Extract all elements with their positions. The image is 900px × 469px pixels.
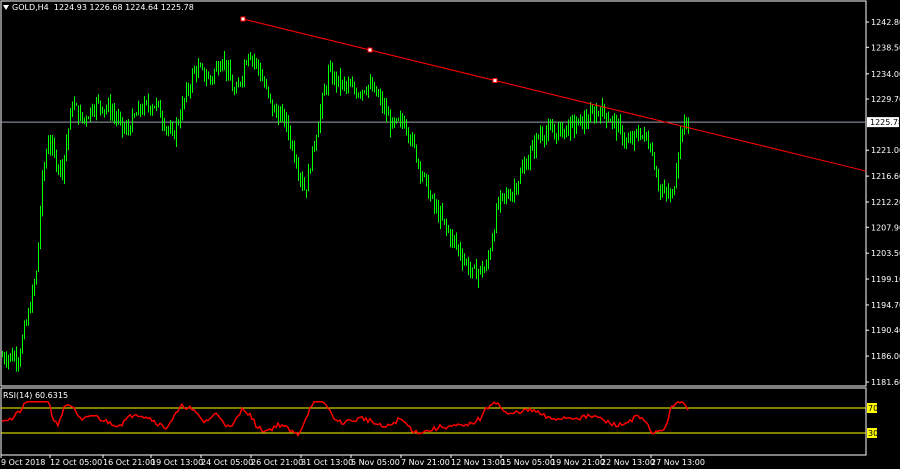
price-tick-label: 1212.20 [871,198,900,207]
price-tick-label: 1225.78 [870,118,900,127]
price-tick-label: 1203.50 [871,249,900,258]
trendline-anchor [492,78,498,84]
chart-header[interactable]: GOLD,H4 1224.93 1226.68 1224.64 1225.78 [3,3,194,12]
rsi-frame [0,387,867,456]
price-tick-label: 1199.10 [871,275,900,284]
price-tick-label: 1238.50 [871,43,900,52]
price-tick-label: 1229.70 [871,95,900,104]
dropdown-triangle-icon[interactable] [3,5,9,10]
time-tick-label: 12 Nov 13:00 [451,458,505,467]
time-tick-label: 19 Oct 13:00 [151,458,203,467]
price-tick-label: 1242.80 [871,18,900,27]
time-tick-label: 22 Nov 13:00 [601,458,655,467]
trendline [242,18,867,172]
chart-canvas[interactable]: 1242.80 1238.50 1234.00 1229.70 1225.78 1221.… [0,0,900,469]
rsi-tick-label: 70 [868,404,878,413]
time-tick-label: 5 Nov 05:00 [351,458,400,467]
time-tick-label: 26 Oct 21:00 [251,458,303,467]
time-tick-label: 27 Nov 13:00 [651,458,705,467]
price-candles [2,51,689,372]
price-axis: 1242.80 1238.50 1234.00 1229.70 1225.78 1221.… [866,18,900,438]
time-tick-label: 24 Oct 05:00 [201,458,253,467]
rsi-indicator [1,400,866,437]
price-tick-label: 1181.60 [871,378,900,387]
price-tick-label: 1194.70 [871,301,900,310]
time-axis: 9 Oct 2018 12 Oct 05:00 16 Oct 21:0019 Oct… [0,455,705,467]
time-tick-label: 12 Oct 05:00 [50,458,102,467]
ohlc-values: 1224.93 1226.68 1224.64 1225.78 [53,3,194,12]
price-tick-label: 1221.00 [871,146,900,155]
rsi-tick-label: 30 [868,429,878,438]
symbol-timeframe: GOLD,H4 [12,3,49,12]
time-tick-label: 7 Nov 21:00 [401,458,450,467]
trendline-anchor [367,47,373,53]
time-tick-label: 31 Oct 13:00 [301,458,353,467]
time-tick-label: 16 Oct 21:00 [103,458,155,467]
time-tick-label: 15 Nov 05:00 [501,458,555,467]
price-tick-label: 1216.60 [871,172,900,181]
time-tick-label: 9 Oct 2018 [1,458,45,467]
main-chart-frame [0,0,867,387]
trendline-anchor [240,16,246,22]
rsi-header: RSI(14) 60.6315 [3,391,69,400]
rsi-line [1,400,689,437]
trendline-group[interactable] [240,16,867,172]
chart-frames [0,0,867,456]
price-tick-label: 1190.40 [871,326,900,335]
price-tick-label: 1234.00 [871,70,900,79]
price-tick-label: 1186.00 [871,352,900,361]
price-tick-label: 1207.90 [871,223,900,232]
time-tick-label: 19 Nov 21:00 [551,458,605,467]
